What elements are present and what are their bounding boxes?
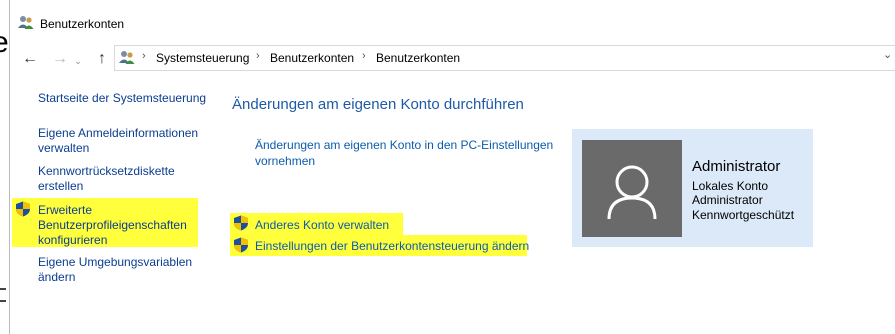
- avatar[interactable]: [582, 140, 682, 237]
- account-name: Administrator: [692, 158, 781, 175]
- users-icon: [18, 16, 34, 29]
- page-heading: Änderungen am eigenen Konto durchführen: [232, 96, 524, 113]
- breadcrumb-user-accounts-current[interactable]: Benutzerkonten: [376, 51, 460, 65]
- link-label: vornehmen: [255, 154, 316, 168]
- forward-arrow-icon[interactable]: →: [50, 50, 70, 68]
- sidebar-item-label: verwalten: [38, 141, 90, 155]
- sidebar-item-environment-variables[interactable]: Eigene Umgebungsvariablen ändern: [38, 255, 213, 285]
- breadcrumb-user-accounts[interactable]: Benutzerkonten: [270, 51, 354, 65]
- address-dropdown-chevron-icon[interactable]: ⌄: [883, 48, 892, 61]
- breadcrumb-control-panel[interactable]: Systemsteuerung: [156, 51, 249, 65]
- sidebar-item-label: Kennwortrücksetzdiskette: [38, 164, 175, 178]
- background-window-lines-icon: [0, 288, 6, 302]
- sidebar-item-label: Eigene Umgebungsvariablen: [38, 255, 193, 269]
- back-arrow-icon[interactable]: ←: [20, 50, 40, 68]
- up-arrow-icon[interactable]: ↑: [92, 50, 112, 68]
- account-password-status: Kennwortgeschützt: [692, 208, 795, 222]
- title-bar: Benutzerkonten: [10, 0, 895, 40]
- window-title: Benutzerkonten: [40, 17, 125, 31]
- sidebar-item-label: Erweiterte: [38, 203, 93, 217]
- account-role: Administrator: [692, 193, 763, 207]
- uac-shield-icon: [16, 201, 30, 217]
- sidebar-item-label: konfigurieren: [38, 233, 108, 247]
- sidebar-item-advanced-profile-properties[interactable]: Erweiterte Benutzerprofileigenschaften k…: [38, 203, 213, 248]
- uac-shield-icon: [234, 215, 248, 231]
- background-window-edge: e: [0, 0, 9, 334]
- pc-settings-link[interactable]: Änderungen am eigenen Konto in den PC-Ei…: [255, 137, 553, 169]
- sidebar-item-manage-credentials[interactable]: Eigene Anmeldeinformationen verwalten: [38, 126, 213, 156]
- users-icon: [119, 51, 135, 64]
- sidebar-item-label: ändern: [38, 270, 76, 284]
- recent-locations-chevron-icon[interactable]: ⌄: [72, 52, 84, 70]
- manage-other-account-link[interactable]: Anderes Konto verwalten: [255, 217, 389, 233]
- account-card: Administrator Lokales Konto Administrato…: [572, 129, 813, 247]
- breadcrumb-separator-icon[interactable]: ›: [142, 50, 146, 62]
- sidebar-item-label: Benutzerprofileigenschaften: [38, 218, 187, 232]
- account-type: Lokales Konto: [692, 179, 769, 193]
- user-avatar-icon: [607, 165, 657, 220]
- sidebar-item-password-reset-disk[interactable]: Kennwortrücksetzdiskette erstellen: [38, 164, 213, 194]
- link-label: Änderungen am eigenen Konto in den PC-Ei…: [255, 138, 554, 152]
- breadcrumb-separator-icon[interactable]: ›: [362, 50, 366, 62]
- sidebar-item-label: Eigene Anmeldeinformationen: [38, 126, 199, 140]
- sidebar-item-label: erstellen: [38, 179, 84, 193]
- sidebar-item-control-panel-home[interactable]: Startseite der Systemsteuerung: [38, 91, 213, 106]
- uac-shield-icon: [234, 237, 248, 253]
- background-window-glyph: e: [0, 26, 9, 59]
- user-accounts-window: Benutzerkonten ← → ⌄ ↑ › Systemsteuerung…: [9, 0, 895, 334]
- address-bar[interactable]: › Systemsteuerung › Benutzerkonten › Ben…: [114, 45, 895, 71]
- breadcrumb-separator-icon[interactable]: ›: [256, 50, 260, 62]
- uac-settings-link[interactable]: Einstellungen der Benutzerkontensteuerun…: [255, 238, 529, 254]
